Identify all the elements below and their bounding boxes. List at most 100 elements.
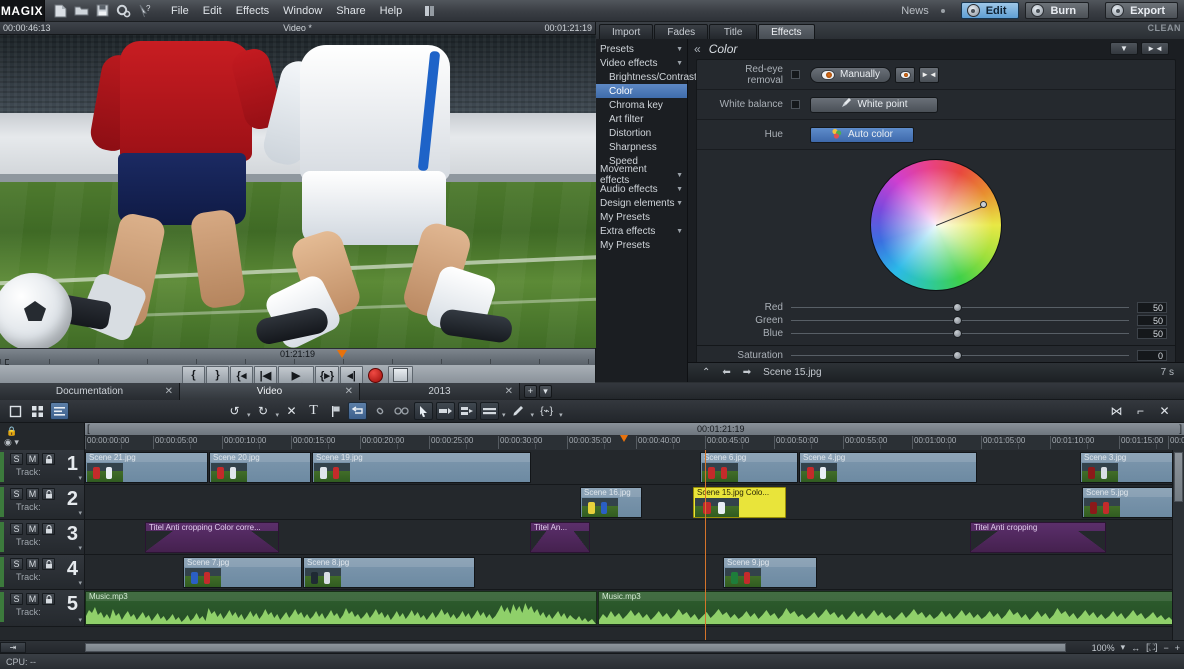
lock-icon[interactable] [42, 593, 55, 605]
mouse-mode-multi-icon[interactable] [458, 402, 478, 420]
previous-effect-icon[interactable]: ⬅ [722, 367, 730, 378]
reset-effect-button[interactable]: ►◄ [1141, 42, 1169, 55]
video-preview-image[interactable] [0, 35, 596, 348]
redeye-auto-button[interactable] [895, 66, 916, 83]
track-menu-icon[interactable]: ▾ [78, 509, 82, 517]
mute-button[interactable]: M [26, 523, 39, 535]
collapse-up-icon[interactable]: ⌃ [702, 367, 710, 378]
edit-mode-button[interactable]: Edit [960, 2, 1020, 19]
open-folder-icon[interactable] [72, 2, 91, 20]
fx-item-extra-effects[interactable]: Extra effects ▼ [596, 224, 687, 238]
timeline-title-clip[interactable]: Titel Anti cropping [970, 522, 1106, 553]
range-right-handle[interactable]: ] [1179, 424, 1182, 435]
jump-to-start-button[interactable]: |◀ [253, 365, 277, 385]
solo-button[interactable]: S [10, 558, 23, 570]
pencil-curve-icon[interactable] [509, 402, 528, 420]
export-button[interactable]: Export [1105, 2, 1178, 19]
group-clips-icon[interactable] [392, 402, 411, 420]
fx-item-color[interactable]: Color [596, 84, 687, 98]
chevron-down-icon[interactable]: ▼ [676, 46, 683, 53]
marker-flag-icon[interactable] [326, 402, 345, 420]
fx-item-my-presets[interactable]: My Presets [596, 210, 687, 224]
timeline-audio-clip[interactable]: Music.mp3 [598, 591, 1183, 625]
mouse-mode-arrow-icon[interactable] [414, 402, 434, 420]
lock-icon[interactable] [42, 558, 55, 570]
mouse-mode-stretch-icon[interactable] [480, 402, 500, 420]
timeline-clip[interactable]: Scene 21.jpg [85, 452, 208, 483]
fx-item-art-filter[interactable]: Art filter [596, 112, 687, 126]
loop-mode-icon[interactable] [348, 402, 368, 420]
zoom-level-label[interactable]: 100% [1092, 643, 1115, 653]
menu-window[interactable]: Window [276, 3, 329, 19]
timeline-playhead-marker-icon[interactable] [620, 435, 628, 442]
color-wheel-icon[interactable] [870, 159, 1002, 291]
blue-value[interactable]: 50 [1137, 327, 1167, 339]
minimize-timeline-icon[interactable]: ⌐ [1131, 402, 1150, 420]
mute-button[interactable]: M [26, 558, 39, 570]
redeye-checkbox[interactable] [791, 70, 800, 79]
close-icon[interactable]: ✕ [505, 386, 513, 397]
solo-button[interactable]: S [10, 453, 23, 465]
scrollbar-thumb-horizontal[interactable] [85, 643, 1066, 652]
lock-icon[interactable] [42, 488, 55, 500]
timeline-vertical-scrollbar[interactable] [1172, 450, 1184, 640]
fx-item-movement-effects[interactable]: Movement effects ▼ [596, 164, 687, 186]
range-left-handle[interactable]: [ [87, 424, 90, 435]
preset-dropdown-button[interactable]: ▼ [1110, 42, 1138, 55]
lock-icon[interactable] [42, 453, 55, 465]
zoom-in-button[interactable]: + [1175, 643, 1180, 653]
timeline-clip[interactable]: Scene 5.jpg [1082, 487, 1180, 518]
track-lane-4[interactable]: Scene 7.jpg Scene 8.jpg Scene 9.jpg [85, 555, 1184, 589]
timeline-clip[interactable]: Scene 6.jpg [700, 452, 798, 483]
timeline-clip[interactable]: Scene 4.jpg [799, 452, 977, 483]
close-icon[interactable]: ✕ [165, 386, 173, 397]
timeline-view-icon[interactable] [50, 402, 69, 420]
menu-help[interactable]: Help [373, 3, 410, 19]
auto-color-button[interactable]: Auto color [810, 126, 914, 143]
tab-menu-button[interactable]: ▾ [539, 384, 552, 398]
menu-effects[interactable]: Effects [229, 3, 276, 19]
tab-title[interactable]: Title [709, 24, 758, 39]
save-icon[interactable] [93, 2, 112, 20]
tab-2013[interactable]: 2013 ✕ [360, 383, 520, 400]
track-menu-icon[interactable]: ▾ [78, 544, 82, 552]
saturation-value[interactable]: 0 [1137, 349, 1167, 361]
timeline-clip[interactable]: Scene 3.jpg [1080, 452, 1175, 483]
red-value[interactable]: 50 [1137, 301, 1167, 313]
undo-icon[interactable]: ↺ [225, 402, 244, 420]
zoom-out-button[interactable]: − [1163, 643, 1168, 653]
storyboard-view-icon[interactable] [6, 402, 25, 420]
lock-all-icon[interactable]: 🔒 [6, 426, 17, 437]
set-out-point-button[interactable]: } [205, 365, 229, 385]
blue-slider[interactable] [791, 327, 1129, 339]
timeline-clip[interactable]: Scene 8.jpg [303, 557, 475, 588]
settings-icon[interactable] [114, 2, 133, 20]
menu-file[interactable]: File [164, 3, 196, 19]
menu-share[interactable]: Share [329, 3, 372, 19]
timeline-horizontal-scrollbar[interactable]: ⇥ 100% ▾ ↔ [⛶] − + [0, 640, 1184, 653]
timeline-title-clip[interactable]: Titel Anti cropping Color corre... [145, 522, 279, 553]
book-icon[interactable] [417, 3, 443, 19]
add-tab-button[interactable]: + [524, 384, 537, 398]
green-slider[interactable] [791, 314, 1129, 326]
fx-item-video-effects[interactable]: Video effects ▼ [596, 56, 687, 70]
track-menu-icon[interactable]: ▾ [78, 474, 82, 482]
mouse-mode-caret-icon[interactable]: ▾ [502, 411, 506, 422]
fx-item-design-elements[interactable]: Design elements ▼ [596, 196, 687, 210]
red-slider[interactable] [791, 301, 1129, 313]
chevron-down-icon[interactable]: ▼ [676, 228, 683, 235]
scrollbar-thumb[interactable] [1174, 452, 1183, 502]
record-button[interactable] [364, 366, 387, 385]
playhead-marker-icon[interactable] [337, 350, 347, 358]
fx-item-sharpness[interactable]: Sharpness [596, 140, 687, 154]
close-timeline-icon[interactable]: ✕ [1155, 402, 1174, 420]
forward-button[interactable]: ◂| [340, 365, 364, 385]
automation-curve-icon[interactable]: {⌁} [537, 402, 556, 420]
chevron-down-icon[interactable]: ▼ [676, 60, 683, 67]
collapse-icon[interactable]: « [694, 42, 701, 56]
redeye-reset-button[interactable]: ►◄ [919, 66, 940, 83]
next-effect-icon[interactable]: ➡ [743, 367, 751, 378]
fx-item-presets[interactable]: Presets ▼ [596, 42, 687, 56]
new-file-icon[interactable] [51, 2, 70, 20]
news-label[interactable]: News [901, 5, 929, 17]
